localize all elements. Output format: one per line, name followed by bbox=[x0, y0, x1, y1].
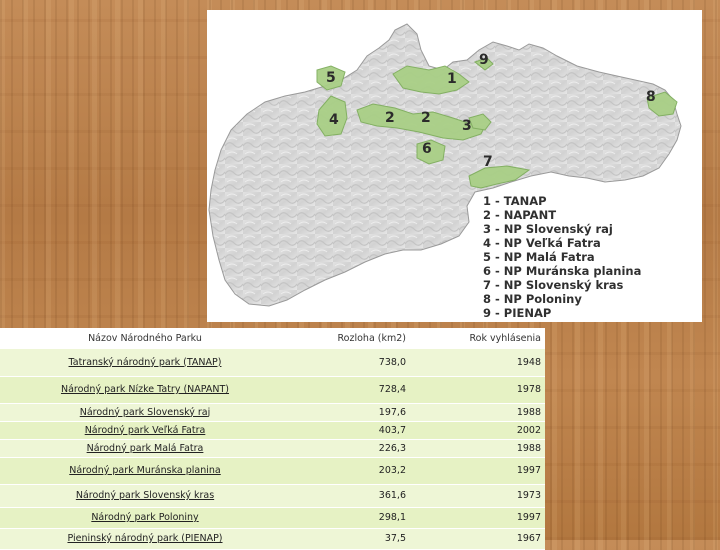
table-row: Národný park Slovenský raj 197,6 1988 bbox=[0, 403, 545, 422]
park-number-2-west: 2 bbox=[385, 110, 395, 126]
park-area: 738,0 bbox=[290, 349, 414, 377]
table-row: Pieninský národný park (PIENAP) 37,5 196… bbox=[0, 528, 545, 550]
park-year: 1988 bbox=[414, 403, 545, 422]
table-row: Národný park Veľká Fatra 403,7 2002 bbox=[0, 421, 545, 440]
park-link[interactable]: Národný park Muránska planina bbox=[69, 465, 221, 476]
park-year: 1973 bbox=[414, 484, 545, 508]
slovakia-map-panel: 1 2 2 3 4 5 6 7 8 9 1 - TANAP 2 - NAPANT… bbox=[207, 10, 702, 322]
park-link[interactable]: Národný park Nízke Tatry (NAPANT) bbox=[61, 384, 229, 395]
park-number-8: 8 bbox=[646, 89, 656, 105]
table-header-row: Názov Národného Parku Rozloha (km2) Rok … bbox=[0, 328, 545, 349]
park-link[interactable]: Tatranský národný park (TANAP) bbox=[69, 357, 222, 368]
legend-item: 9 - PIENAP bbox=[483, 306, 551, 320]
park-number-9: 9 bbox=[479, 52, 489, 68]
header-year: Rok vyhlásenia bbox=[469, 333, 541, 344]
park-area: 203,2 bbox=[290, 457, 414, 485]
header-name: Názov Národného Parku bbox=[88, 333, 202, 344]
park-number-1: 1 bbox=[447, 71, 457, 87]
park-area: 728,4 bbox=[290, 376, 414, 404]
park-year: 1997 bbox=[414, 507, 545, 529]
legend-item: 1 - TANAP bbox=[483, 194, 547, 208]
park-year: 1948 bbox=[414, 349, 545, 377]
legend-item: 7 - NP Slovenský kras bbox=[483, 278, 624, 292]
park-area: 37,5 bbox=[290, 528, 414, 550]
legend-item: 6 - NP Muránska planina bbox=[483, 264, 641, 278]
park-number-2-east: 2 bbox=[421, 110, 431, 126]
park-year: 1988 bbox=[414, 439, 545, 458]
park-area: 361,6 bbox=[290, 484, 414, 508]
park-link[interactable]: Národný park Slovenský kras bbox=[76, 490, 214, 501]
slovakia-map: 1 2 2 3 4 5 6 7 8 9 1 - TANAP 2 - NAPANT… bbox=[208, 23, 682, 320]
legend-item: 5 - NP Malá Fatra bbox=[483, 250, 595, 264]
legend-item: 2 - NAPANT bbox=[483, 208, 556, 222]
table-row: Národný park Poloniny 298,1 1997 bbox=[0, 507, 545, 529]
legend-item: 3 - NP Slovenský raj bbox=[483, 222, 613, 236]
park-link[interactable]: Národný park Veľká Fatra bbox=[85, 425, 206, 436]
park-year: 1967 bbox=[414, 528, 545, 550]
park-year: 1978 bbox=[414, 376, 545, 404]
parks-table-wrapper: Názov Národného Parku Rozloha (km2) Rok … bbox=[0, 328, 545, 550]
park-link[interactable]: Národný park Poloniny bbox=[91, 512, 198, 523]
park-link[interactable]: Národný park Slovenský raj bbox=[80, 407, 211, 418]
header-area: Rozloha (km2) bbox=[337, 333, 407, 344]
park-link[interactable]: Pieninský národný park (PIENAP) bbox=[67, 533, 222, 544]
table-row: Tatranský národný park (TANAP) 738,0 194… bbox=[0, 349, 545, 377]
park-area: 403,7 bbox=[290, 421, 414, 440]
park-number-4: 4 bbox=[329, 112, 339, 128]
table-row: Národný park Slovenský kras 361,6 1973 bbox=[0, 484, 545, 508]
map-legend: 1 - TANAP 2 - NAPANT 3 - NP Slovenský ra… bbox=[483, 194, 641, 320]
park-area: 197,6 bbox=[290, 403, 414, 422]
legend-item: 4 - NP Veľká Fatra bbox=[483, 236, 601, 250]
park-year: 2002 bbox=[414, 421, 545, 440]
park-link[interactable]: Národný park Malá Fatra bbox=[87, 443, 204, 454]
park-area: 226,3 bbox=[290, 439, 414, 458]
park-area: 298,1 bbox=[290, 507, 414, 529]
table-row: Národný park Muránska planina 203,2 1997 bbox=[0, 457, 545, 485]
park-number-6: 6 bbox=[422, 141, 432, 157]
park-year: 1997 bbox=[414, 457, 545, 485]
park-number-5: 5 bbox=[326, 70, 336, 86]
parks-table: Názov Národného Parku Rozloha (km2) Rok … bbox=[0, 328, 545, 550]
table-row: Národný park Nízke Tatry (NAPANT) 728,4 … bbox=[0, 376, 545, 404]
park-number-3: 3 bbox=[462, 118, 472, 134]
park-number-7: 7 bbox=[483, 154, 493, 170]
legend-item: 8 - NP Poloniny bbox=[483, 292, 582, 306]
table-row: Národný park Malá Fatra 226,3 1988 bbox=[0, 439, 545, 458]
